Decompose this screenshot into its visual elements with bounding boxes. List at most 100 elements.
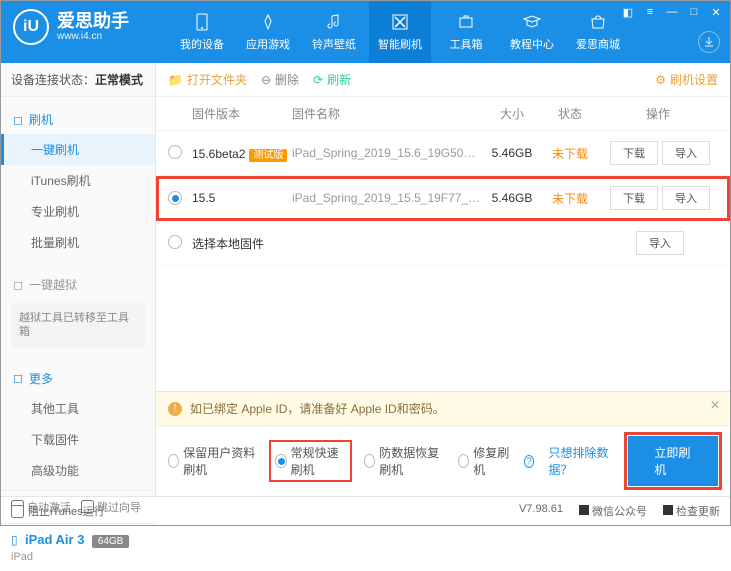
side-note: 越狱工具已转移至工具箱 — [11, 303, 145, 348]
check-update-button[interactable]: 检查更新 — [663, 503, 720, 519]
th-version: 固件版本 — [192, 105, 292, 122]
nav-label: 教程中心 — [510, 36, 554, 52]
flash-icon — [390, 12, 410, 32]
download-circle-icon[interactable] — [698, 31, 720, 53]
version-label: V7.98.61 — [519, 503, 563, 519]
delete-button[interactable]: ⊖ 删除 — [261, 71, 299, 88]
firmware-row[interactable]: 15.5iPad_Spring_2019_15.5_19F77_Restore.… — [156, 176, 730, 221]
app-subtitle: www.i4.cn — [57, 31, 129, 42]
beta-tag: 测试版 — [249, 149, 287, 162]
close-icon[interactable]: ✕ — [708, 5, 724, 19]
gear-icon: ⚙ — [655, 73, 666, 87]
wechat-button[interactable]: 微信公众号 — [579, 503, 647, 519]
firmware-row[interactable]: 15.6beta2测试版iPad_Spring_2019_15.6_19G503… — [156, 131, 730, 176]
flash-option[interactable]: 常规快速刷机 — [271, 442, 350, 480]
theme-icon[interactable]: ◧ — [620, 5, 636, 19]
radio[interactable] — [364, 454, 375, 468]
titlebar: iU 爱思助手 www.i4.cn 我的设备应用游戏 铃声壁纸 智能刷机工具箱教程中… — [1, 1, 730, 63]
menu-icon[interactable]: ≡ — [642, 5, 658, 19]
sidebar-item[interactable]: iTunes刷机 — [1, 165, 155, 196]
nav-tools[interactable]: 工具箱 — [435, 1, 497, 63]
firmware-list: 15.6beta2测试版iPad_Spring_2019_15.6_19G503… — [156, 131, 730, 391]
edu-icon — [522, 12, 542, 32]
local-firmware-row[interactable]: 选择本地固件导入 — [156, 221, 730, 266]
nav-music[interactable]: 铃声壁纸 — [303, 1, 365, 63]
conn-value: 正常模式 — [95, 73, 143, 87]
sidebar-item[interactable]: 批量刷机 — [1, 227, 155, 258]
minimize-icon[interactable]: — — [664, 5, 680, 19]
tools-icon — [456, 12, 476, 32]
radio[interactable] — [168, 145, 182, 159]
warning-close-icon[interactable]: ✕ — [710, 398, 720, 412]
radio[interactable] — [458, 454, 469, 468]
toolbar: 📁 打开文件夹 ⊖ 删除 ⟳ 刷新 ⚙ 刷机设置 — [156, 63, 730, 97]
warning-text: 如已绑定 Apple ID，请准备好 Apple ID和密码。 — [190, 400, 445, 417]
flash-now-button[interactable]: 立即刷机 — [628, 436, 718, 486]
delete-icon: ⊖ — [261, 73, 271, 87]
download-button[interactable]: 下载 — [610, 141, 658, 165]
refresh-button[interactable]: ⟳ 刷新 — [313, 71, 351, 88]
conn-label: 设备连接状态： — [11, 73, 95, 87]
wechat-icon — [579, 505, 589, 515]
logo-icon: iU — [13, 9, 49, 45]
nav-label: 铃声壁纸 — [312, 36, 356, 52]
fw-size: 5.46GB — [482, 191, 542, 205]
block-itunes-check[interactable]: 阻止iTunes运行 — [11, 503, 105, 519]
warning-icon: ! — [168, 402, 182, 416]
th-status: 状态 — [542, 105, 598, 122]
sidebar-item[interactable]: 高级功能 — [1, 455, 155, 486]
fw-status: 未下载 — [542, 190, 598, 207]
device-icon — [192, 12, 212, 32]
nav-label: 智能刷机 — [378, 36, 422, 52]
radio[interactable] — [168, 454, 179, 468]
flash-settings-button[interactable]: ⚙ 刷机设置 — [655, 71, 718, 88]
square-icon: ◻ — [13, 371, 23, 385]
table-header: 固件版本 固件名称 大小 状态 操作 — [156, 97, 730, 131]
block-itunes-checkbox[interactable] — [11, 505, 24, 518]
flash-option[interactable]: 防数据恢复刷机 — [364, 444, 444, 478]
nav-label: 应用游戏 — [246, 36, 290, 52]
side-group-head[interactable]: ◻刷机 — [1, 105, 155, 134]
flash-option[interactable]: 修复刷机 — [458, 444, 510, 478]
flash-options: 保留用户资料刷机常规快速刷机防数据恢复刷机修复刷机? 只想排除数据？ 立即刷机 — [156, 425, 730, 496]
main-nav: 我的设备应用游戏铃声壁纸智能刷机工具箱教程中心爱思商城 — [171, 1, 629, 63]
flash-option[interactable]: 保留用户资料刷机 — [168, 444, 257, 478]
sidebar-item[interactable]: 专业刷机 — [1, 196, 155, 227]
nav-edu[interactable]: 教程中心 — [501, 1, 563, 63]
open-folder-button[interactable]: 📁 打开文件夹 — [168, 71, 247, 88]
info-icon[interactable]: ? — [524, 455, 535, 468]
square-icon: ◻ — [13, 278, 23, 292]
shop-icon — [588, 12, 608, 32]
sidebar-item[interactable]: 一键刷机 — [1, 134, 155, 165]
radio[interactable] — [168, 235, 182, 249]
exclude-data-link[interactable]: 只想排除数据？ — [548, 444, 614, 478]
sidebar-item[interactable]: 下载固件 — [1, 424, 155, 455]
download-button[interactable]: 下载 — [610, 186, 658, 210]
sidebar: 设备连接状态：正常模式 ◻刷机一键刷机iTunes刷机专业刷机批量刷机 ◻一键越狱… — [1, 63, 156, 496]
update-icon — [663, 505, 673, 515]
side-group-head[interactable]: ◻更多 — [1, 364, 155, 393]
device-name: iPad Air 3 — [25, 532, 84, 547]
import-button[interactable]: 导入 — [636, 231, 684, 255]
import-button[interactable]: 导入 — [662, 141, 710, 165]
maximize-icon[interactable]: □ — [686, 5, 702, 19]
radio[interactable] — [275, 454, 286, 468]
window-controls: ◧ ≡ — □ ✕ — [620, 5, 724, 19]
app-title: 爱思助手 — [57, 12, 129, 32]
square-icon: ◻ — [13, 113, 23, 127]
import-button[interactable]: 导入 — [662, 186, 710, 210]
side-group-head[interactable]: ◻一键越狱 — [1, 270, 155, 299]
connection-status: 设备连接状态：正常模式 — [1, 63, 155, 97]
radio[interactable] — [168, 191, 182, 205]
fw-size: 5.46GB — [482, 146, 542, 160]
sidebar-item[interactable]: 其他工具 — [1, 393, 155, 424]
nav-apps[interactable]: 应用游戏 — [237, 1, 299, 63]
main-panel: 📁 打开文件夹 ⊖ 删除 ⟳ 刷新 ⚙ 刷机设置 固件版本 — [156, 63, 730, 496]
warning-bar: ! 如已绑定 Apple ID，请准备好 Apple ID和密码。 ✕ — [156, 391, 730, 425]
nav-flash[interactable]: 智能刷机 — [369, 1, 431, 63]
th-ops: 操作 — [598, 105, 718, 122]
device-box[interactable]: ▯ iPad Air 3 64GB iPad — [1, 523, 155, 571]
nav-device[interactable]: 我的设备 — [171, 1, 233, 63]
fw-name: iPad_Spring_2019_15.5_19F77_Restore.ipsw — [292, 191, 482, 205]
tablet-icon: ▯ — [11, 533, 18, 547]
